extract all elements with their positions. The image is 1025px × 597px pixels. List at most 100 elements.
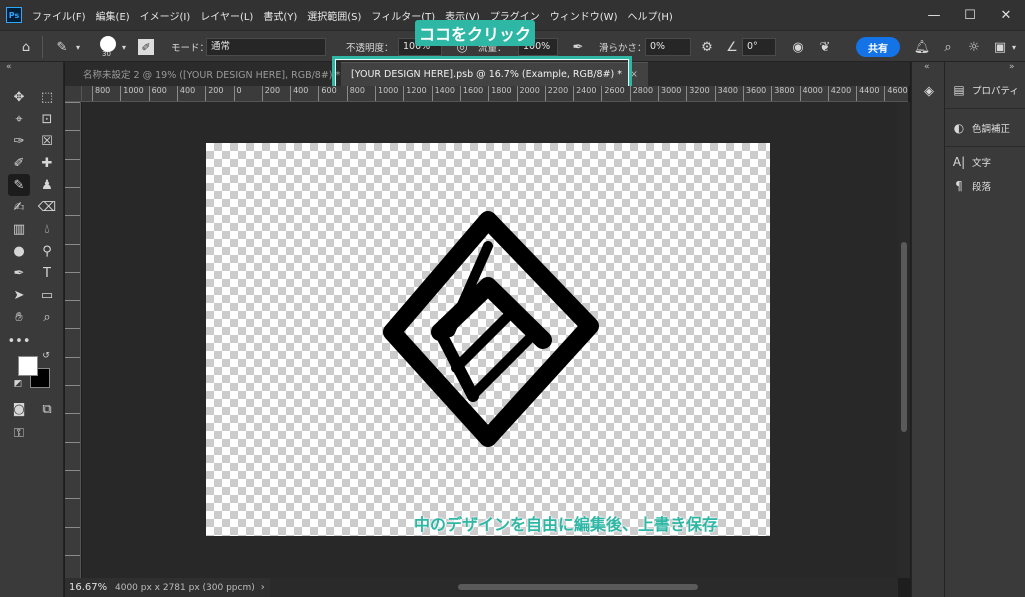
angle-input[interactable]: 0°: [742, 38, 776, 56]
zoom-tool-icon[interactable]: ⌕: [36, 306, 58, 328]
zoom-level[interactable]: 16.67%: [69, 582, 115, 593]
menu-window[interactable]: ウィンドウ(W): [550, 8, 618, 23]
screen-mode-icon[interactable]: ⧉: [36, 398, 58, 420]
tab-untitled-2[interactable]: 名称未設定 2 @ 19% ([YOUR DESIGN HERE], RGB/8…: [73, 62, 350, 86]
home-icon[interactable]: ⌂: [16, 37, 36, 57]
pen-tool-icon[interactable]: ✒: [8, 262, 30, 284]
workspace-icon[interactable]: ▣: [990, 37, 1010, 57]
chevron-down-icon[interactable]: ▾: [118, 37, 130, 57]
quick-mask-icon[interactable]: ◙: [8, 398, 30, 420]
blur-tool-icon[interactable]: 💧︎: [36, 218, 58, 240]
chevron-down-icon[interactable]: ▾: [72, 37, 84, 57]
light-bulb-icon[interactable]: ☼: [964, 37, 984, 57]
maximize-button[interactable]: ☐: [953, 0, 987, 30]
ruler-vertical-tick: [65, 243, 80, 245]
menu-edit[interactable]: 編集(E): [96, 8, 130, 23]
ruler-vertical-tick: [65, 130, 80, 132]
frame-tool-icon[interactable]: ☒: [36, 130, 58, 152]
gear-icon[interactable]: ⚙: [697, 37, 717, 57]
opacity-label: 不透明度：: [346, 43, 394, 54]
vertical-scrollbar[interactable]: [898, 102, 910, 578]
ruler-tick-label: 2400: [573, 86, 596, 101]
path-selection-tool-icon[interactable]: ➤: [8, 284, 30, 306]
ruler-origin[interactable]: [65, 86, 82, 102]
move-tool-icon[interactable]: ✥: [8, 86, 30, 108]
ruler-tick-label: 2000: [516, 86, 540, 101]
character-icon: A|: [952, 155, 966, 169]
crop-tool-icon[interactable]: ⊡: [36, 108, 58, 130]
canvas-workspace[interactable]: 中のデザインを自由に編集後、上書き保存: [82, 102, 898, 578]
status-bar: 16.67% 4000 px x 2781 px (300 ppcm) ›: [65, 578, 270, 597]
clone-stamp-tool-icon[interactable]: ♟: [36, 174, 58, 196]
brush-tool-preset-icon[interactable]: ✎: [52, 37, 72, 57]
document-canvas[interactable]: 中のデザインを自由に編集後、上書き保存: [206, 143, 770, 536]
mode-label: モード：: [171, 43, 210, 54]
healing-brush-tool-icon[interactable]: ✚: [36, 152, 58, 174]
gradient-tool-icon[interactable]: ▥: [8, 218, 30, 240]
menu-help[interactable]: ヘルプ(H): [627, 8, 672, 23]
paragraph-panel-tab[interactable]: ¶ 段落: [951, 176, 991, 196]
smoothing-input[interactable]: 0%: [645, 38, 691, 56]
default-colors-icon[interactable]: ◩: [12, 378, 24, 390]
ruler-tick-label: 1600: [459, 86, 483, 101]
options-divider: [42, 36, 43, 58]
search-icon[interactable]: ⌕: [938, 37, 958, 57]
burn-tool-icon[interactable]: ⚲: [36, 240, 58, 262]
horizontal-scrollbar[interactable]: [270, 578, 898, 597]
swap-colors-icon[interactable]: ↺: [40, 350, 52, 362]
close-window-button[interactable]: ✕: [989, 0, 1023, 30]
document-size-info: 4000 px x 2781 px (300 ppcm): [115, 582, 255, 593]
properties-panel-tab[interactable]: ▤ プロパティ: [951, 80, 1019, 100]
dodge-tool-icon[interactable]: ●: [8, 240, 30, 262]
more-tools-icon[interactable]: •••: [8, 330, 31, 352]
ruler-vertical-tick: [65, 102, 80, 103]
layers-icon[interactable]: ◈: [918, 80, 940, 102]
ruler-tick-label: 200: [205, 86, 223, 101]
collapse-icon[interactable]: »: [1009, 62, 1015, 72]
vertical-scroll-thumb[interactable]: [901, 242, 907, 432]
adjustments-panel-tab[interactable]: ◐ 色調補正: [951, 118, 1010, 138]
type-tool-icon[interactable]: T: [36, 262, 58, 284]
hand-tool-icon[interactable]: ✋︎: [8, 306, 30, 328]
pressure-size-icon[interactable]: ◉: [788, 37, 808, 57]
brush-tool-icon[interactable]: ✎: [8, 174, 30, 196]
spot-healing-tool-icon[interactable]: ✐: [8, 152, 30, 174]
ruler-tick-label: 1000: [120, 86, 144, 101]
collapse-icon[interactable]: «: [6, 62, 12, 72]
object-selection-tool-icon[interactable]: ⌖: [8, 108, 30, 130]
menu-layer[interactable]: レイヤー(L): [200, 8, 253, 23]
symmetry-butterfly-icon[interactable]: ❦: [815, 37, 835, 57]
history-brush-tool-icon[interactable]: ✍: [8, 196, 30, 218]
design-logo-mark[interactable]: [378, 206, 606, 451]
mode-select[interactable]: 通常: [206, 38, 326, 56]
collapse-icon[interactable]: «: [924, 62, 930, 72]
ruler-tick-label: 4400: [856, 86, 879, 101]
marquee-tool-icon[interactable]: ⬚: [36, 86, 58, 108]
menu-type[interactable]: 書式(Y): [263, 8, 297, 23]
menu-file[interactable]: ファイル(F): [32, 8, 86, 23]
menu-select[interactable]: 選択範囲(S): [307, 8, 361, 23]
eraser-tool-icon[interactable]: ⌫: [36, 196, 58, 218]
ruler-vertical-tick: [65, 385, 80, 386]
chevron-down-icon[interactable]: ▾: [1008, 37, 1020, 57]
generative-fill-icon[interactable]: ⚿: [8, 422, 30, 444]
brush-settings-panel-icon[interactable]: ✐: [138, 39, 154, 55]
minimize-button[interactable]: —: [917, 0, 951, 30]
horizontal-scroll-thumb[interactable]: [458, 584, 698, 590]
vertical-ruler[interactable]: [65, 102, 81, 578]
status-menu-arrow-icon[interactable]: ›: [261, 582, 265, 593]
eyedropper-tool-icon[interactable]: ✑: [8, 130, 30, 152]
character-label: 文字: [972, 158, 992, 169]
ruler-tick-label: 400: [290, 86, 308, 101]
ruler-tick-label: 3400: [714, 86, 738, 101]
airbrush-icon[interactable]: ✒: [568, 37, 588, 57]
foreground-color-swatch[interactable]: [18, 356, 38, 376]
menu-image[interactable]: イメージ(I): [140, 8, 191, 23]
adjustments-label: 色調補正: [972, 124, 1011, 135]
bell-icon[interactable]: 🔔︎: [912, 37, 932, 57]
horizontal-ruler[interactable]: 800 1000 600 400 200 0 200 400 600 800 1000 1200 140…: [82, 86, 908, 102]
rectangle-tool-icon[interactable]: ▭: [36, 284, 58, 306]
tools-panel: « ✥ ⬚ ⌖ ⊡ ✑ ☒ ✐ ✚ ✎ ♟ ✍ ⌫ ▥ 💧︎ ● ⚲ ✒ T ➤…: [0, 62, 64, 597]
character-panel-tab[interactable]: A| 文字: [951, 152, 991, 172]
share-button[interactable]: 共有: [856, 37, 900, 57]
